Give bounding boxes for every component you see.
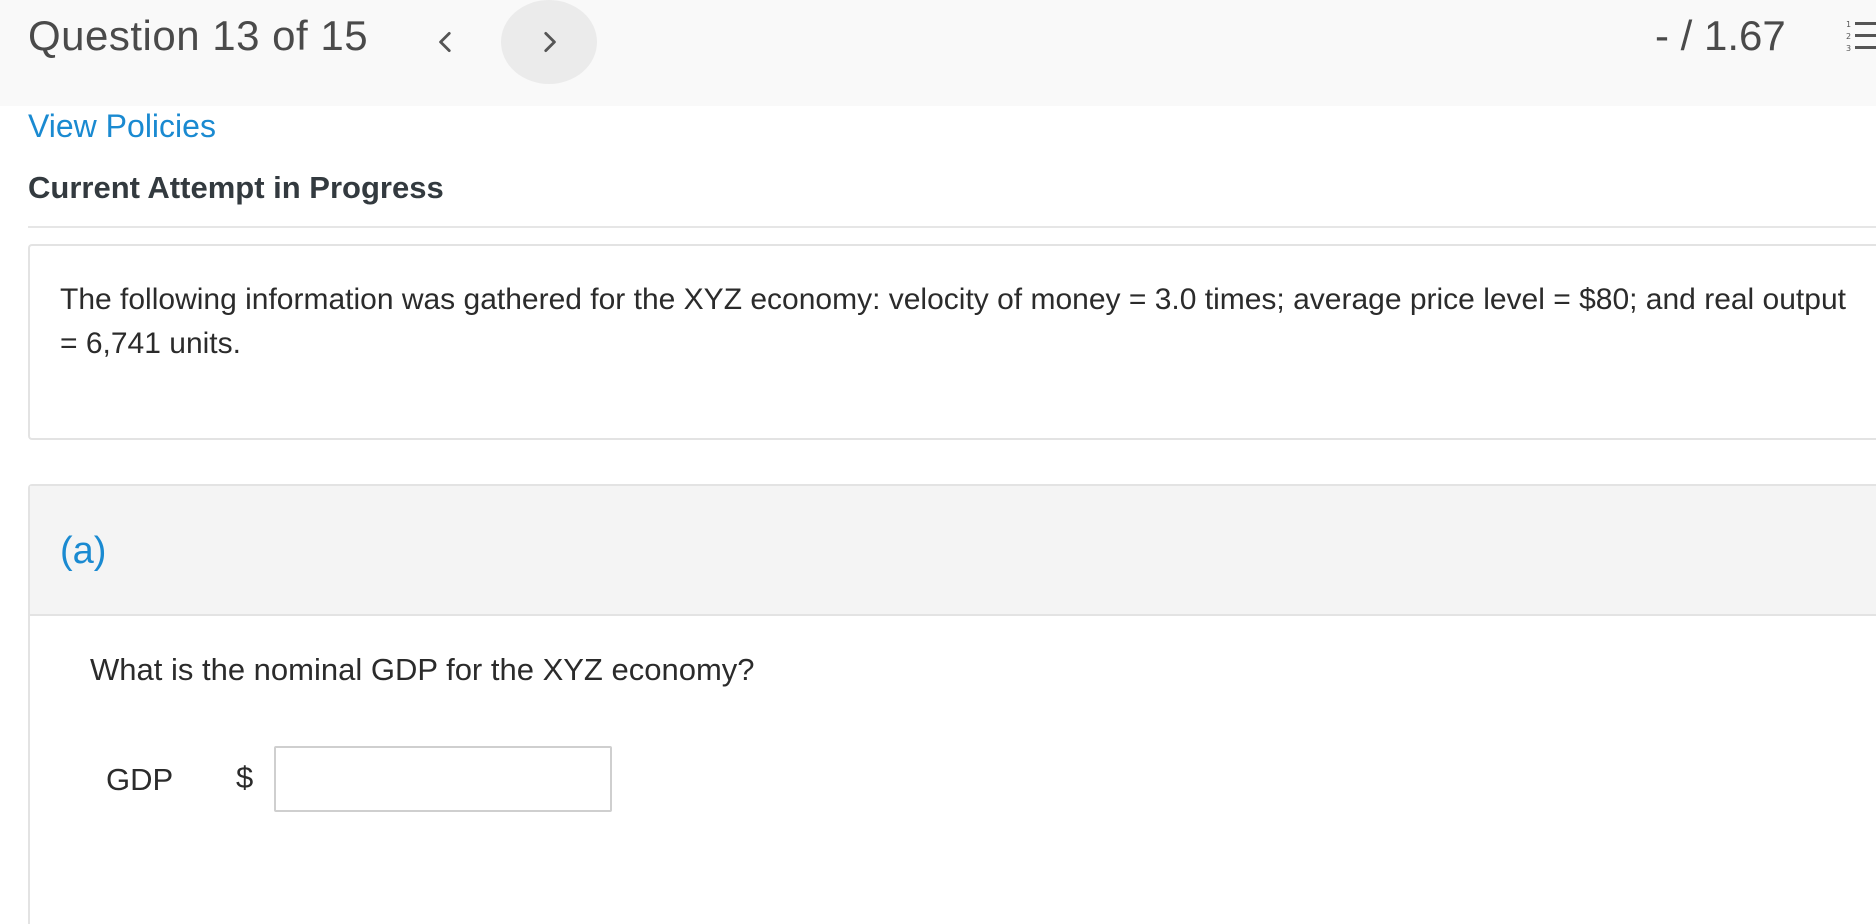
part-a-panel: (a) What is the nominal GDP for the XYZ … [28, 484, 1876, 924]
problem-statement-box: The following information was gathered f… [28, 244, 1876, 440]
score-display: - / 1.67 [1655, 12, 1786, 59]
gdp-field-label: GDP [106, 762, 174, 797]
attempt-status-heading: Current Attempt in Progress [28, 170, 444, 205]
divider [28, 226, 1876, 228]
svg-text:2: 2 [1846, 32, 1851, 41]
chevron-right-icon [544, 31, 556, 53]
next-question-button[interactable] [501, 0, 597, 84]
svg-text:3: 3 [1846, 44, 1851, 53]
currency-symbol: $ [236, 760, 254, 795]
question-header-bar: Question 13 of 15 - / 1.67 1 2 3 [0, 0, 1876, 106]
problem-statement-text: The following information was gathered f… [60, 283, 1846, 360]
numbered-list-icon[interactable]: 1 2 3 [1844, 18, 1876, 56]
svg-text:1: 1 [1846, 20, 1851, 29]
gdp-answer-input[interactable] [274, 746, 612, 812]
part-a-header: (a) [30, 486, 1876, 616]
part-a-question: What is the nominal GDP for the XYZ econ… [90, 652, 755, 687]
question-counter: Question 13 of 15 [28, 12, 369, 59]
previous-question-button[interactable] [398, 0, 494, 84]
chevron-left-icon [439, 31, 451, 53]
view-policies-link[interactable]: View Policies [28, 108, 216, 145]
part-a-label: (a) [60, 530, 107, 572]
